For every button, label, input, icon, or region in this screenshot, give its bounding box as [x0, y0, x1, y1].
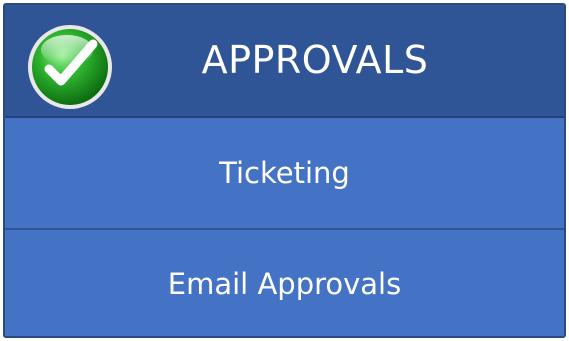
menu-item-ticketing[interactable]: Ticketing — [5, 118, 564, 230]
approvals-card: APPROVALS Ticketing Email Approvals — [3, 3, 566, 338]
page-title: APPROVALS — [201, 38, 429, 82]
approvals-header: APPROVALS — [5, 5, 564, 118]
menu-item-email-approvals[interactable]: Email Approvals — [5, 230, 564, 336]
check-circle-icon — [28, 25, 112, 109]
